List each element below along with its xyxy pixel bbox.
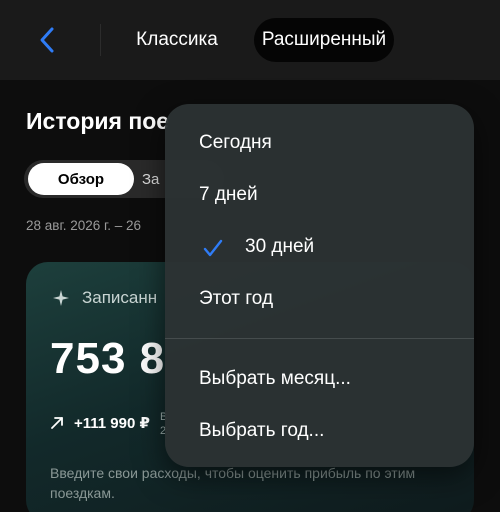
card-hint: Введите свои расходы, чтобы оценить приб… — [50, 465, 416, 501]
back-button[interactable] — [30, 22, 64, 58]
arrow-up-right-icon — [51, 417, 63, 429]
sparkle-icon — [53, 290, 69, 306]
card-delta: +111 990 ₽ — [50, 414, 150, 432]
card-label: Записанн — [82, 288, 158, 307]
card-header: Записанн — [52, 288, 157, 308]
menu-item-7-days[interactable]: 7 дней — [199, 184, 258, 206]
segment-overview[interactable]: Обзор — [28, 163, 134, 195]
top-bar — [0, 0, 500, 80]
menu-item-pick-year[interactable]: Выбрать год... — [199, 420, 324, 442]
menu-item-pick-month[interactable]: Выбрать месяц... — [199, 368, 351, 390]
tab-classic[interactable]: Классика — [118, 18, 236, 62]
delta-value: +111 990 ₽ — [74, 415, 150, 432]
segment-second[interactable]: За — [142, 163, 159, 195]
card-amount: 753 8 — [50, 334, 166, 383]
period-dropdown — [165, 104, 474, 467]
page-title: История пое — [26, 108, 170, 134]
menu-item-this-year[interactable]: Этот год — [199, 288, 273, 310]
header-divider — [100, 24, 101, 56]
date-range: 28 авг. 2026 г. – 26 — [26, 218, 142, 233]
chevron-left-icon — [40, 27, 54, 53]
menu-item-30-days[interactable]: 30 дней — [245, 236, 314, 258]
menu-item-today[interactable]: Сегодня — [199, 132, 272, 154]
tab-extended[interactable]: Расширенный — [254, 18, 394, 62]
menu-separator — [165, 338, 474, 339]
checkmark-icon — [203, 239, 223, 257]
